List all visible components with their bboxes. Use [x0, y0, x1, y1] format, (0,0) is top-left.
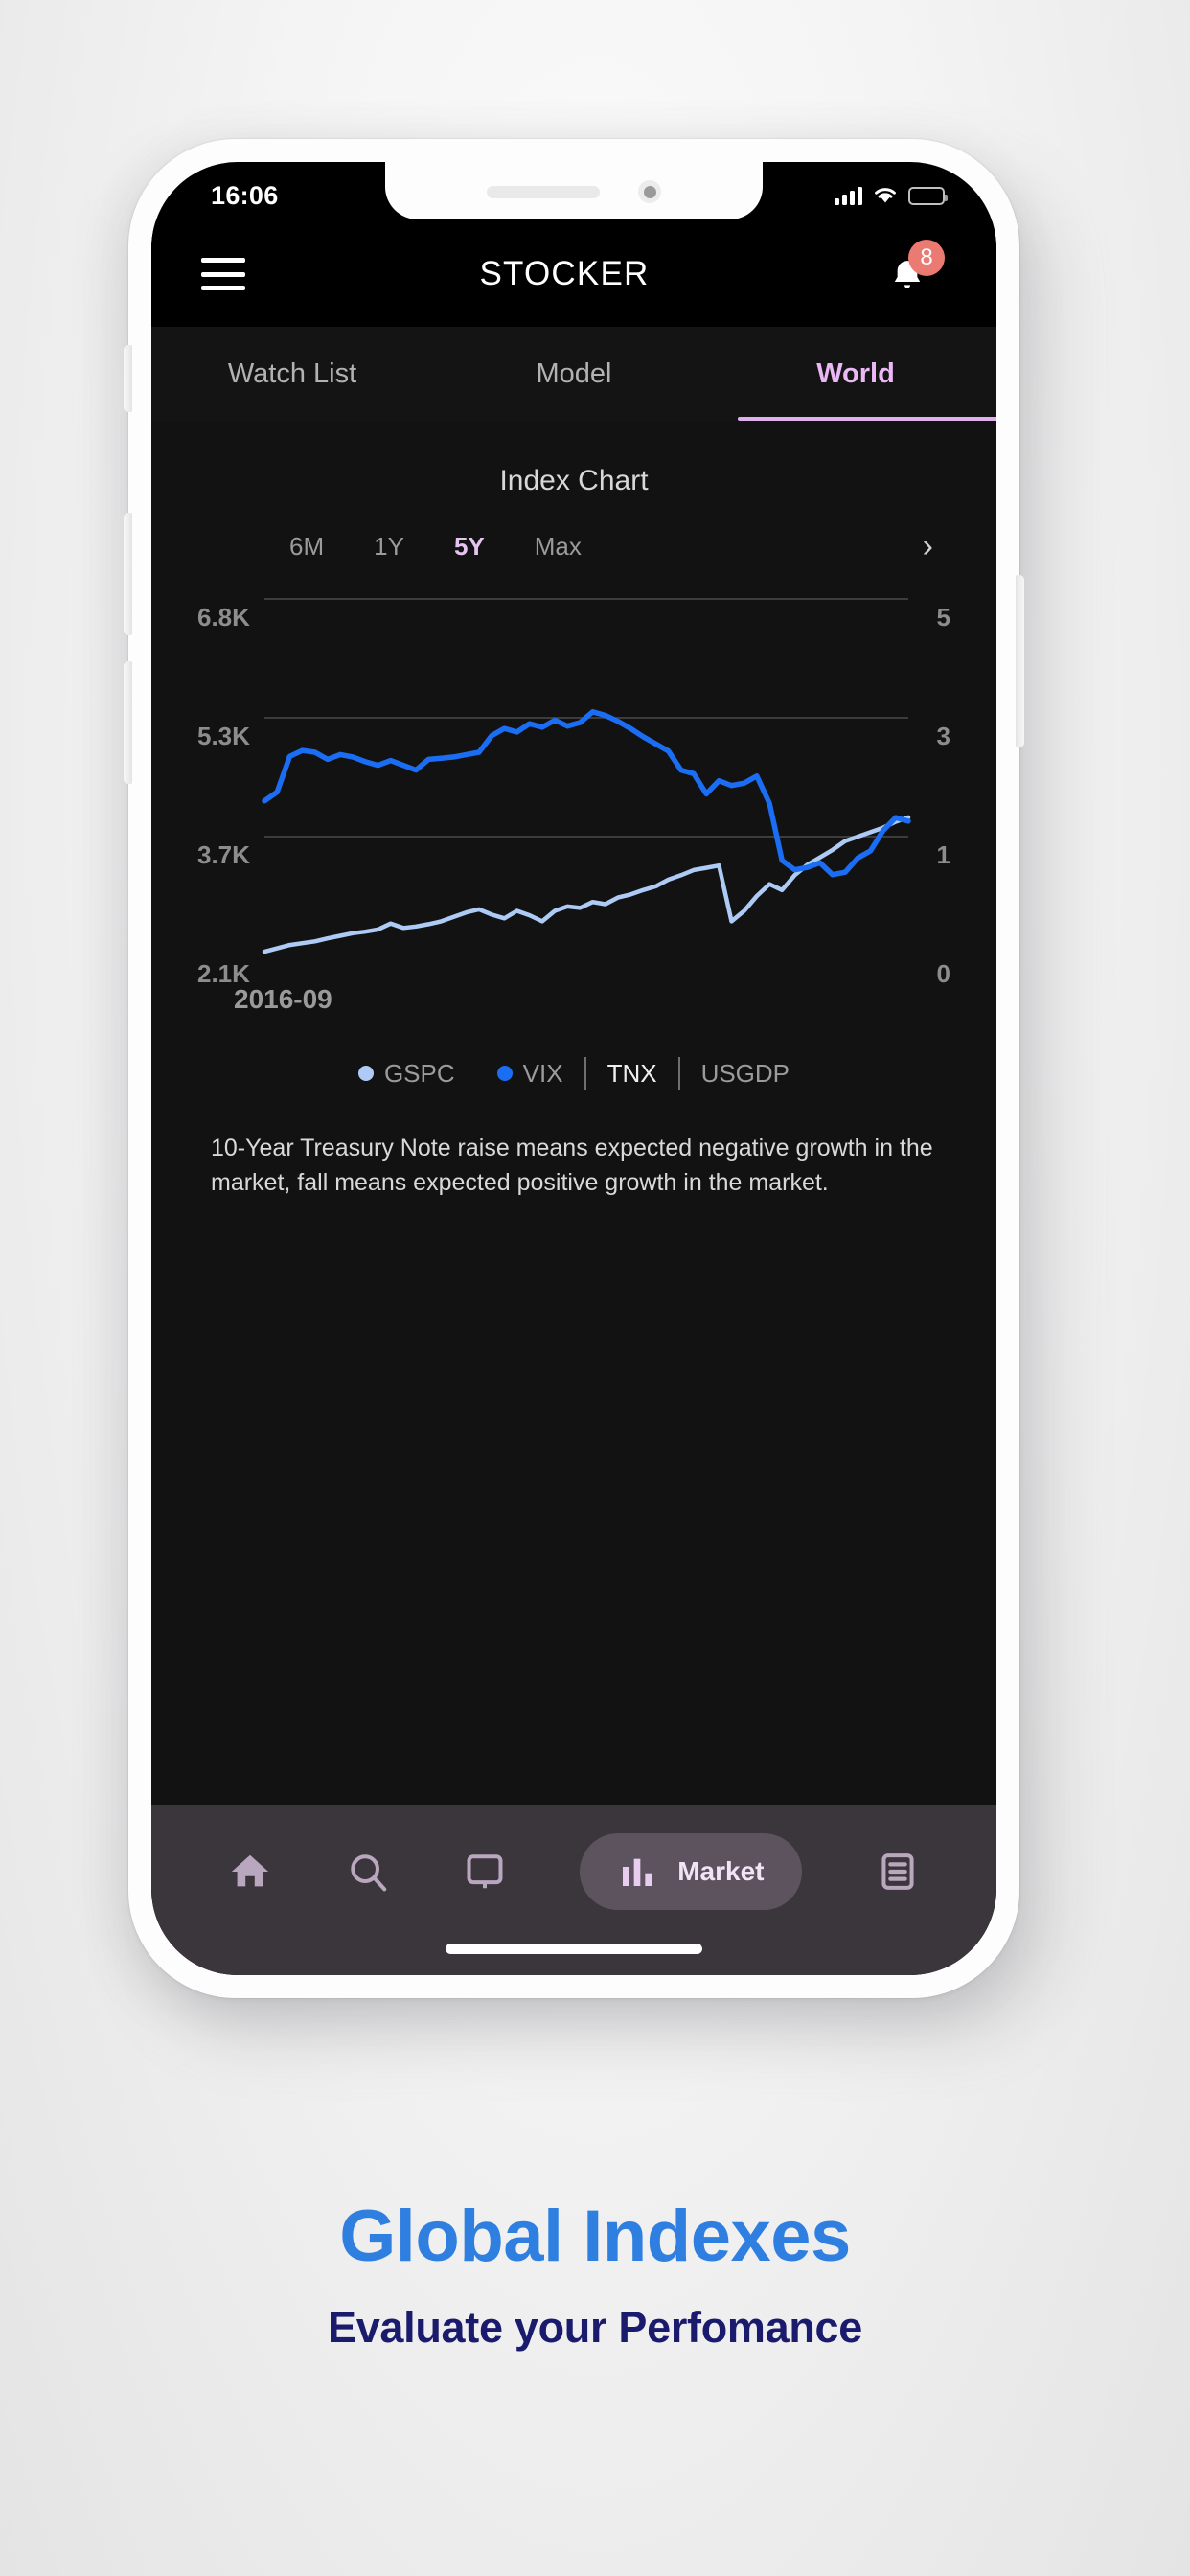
legend-label-vix: VIX [522, 1058, 563, 1088]
list-icon [881, 1853, 914, 1890]
search-icon [350, 1854, 386, 1892]
home-indicator[interactable] [446, 1944, 702, 1954]
device-notch [385, 162, 763, 219]
y-axis-right-tick-3: 0 [936, 959, 950, 988]
y-axis-right-tick-0: 5 [936, 603, 950, 632]
notifications-button[interactable]: 8 [883, 240, 945, 301]
hamburger-menu-icon[interactable] [201, 258, 245, 290]
legend-dot-vix [496, 1066, 513, 1081]
status-time: 16:06 [211, 180, 279, 210]
notification-badge: 8 [908, 240, 945, 276]
chevron-right-icon[interactable]: › [917, 530, 939, 563]
marketing-subtitle: Evaluate your Perfomance [327, 2303, 863, 2352]
chart-canvas [262, 598, 911, 954]
app-header: STOCKER 8 [151, 221, 996, 327]
range-6m[interactable]: 6M [289, 532, 324, 562]
front-camera-icon [638, 180, 661, 203]
marketing-block: Global Indexes Evaluate your Perfomance [0, 2195, 1190, 2353]
tab-world[interactable]: World [715, 327, 996, 421]
chart-description: 10-Year Treasury Note raise means expect… [211, 1135, 933, 1196]
legend-item-usgdp[interactable]: USGDP [680, 1059, 811, 1089]
nav-monitor[interactable] [463, 1850, 507, 1894]
tab-model[interactable]: Model [433, 327, 715, 421]
nav-market[interactable]: Market [580, 1833, 803, 1910]
app-content: Index Chart 6M 1Y 5Y Max › 6.8K 5.3K 3.7… [151, 421, 996, 1975]
legend-item-tnx[interactable]: TNX [586, 1059, 678, 1089]
home-icon [232, 1854, 269, 1887]
wifi-icon [875, 188, 896, 203]
legend-label-gspc: GSPC [383, 1058, 455, 1088]
legend-item-vix[interactable]: VIX [476, 1059, 584, 1089]
nav-market-label: Market [677, 1856, 765, 1886]
volume-down-button[interactable] [124, 661, 132, 784]
index-chart[interactable]: 6.8K 5.3K 3.7K 2.1K 5 3 1 0 2016-09 [151, 586, 996, 1014]
y-axis-left-tick-1: 5.3K [197, 722, 250, 750]
page-title: STOCKER [479, 255, 650, 292]
phone-frame: 16:06 STOCKER 8 Watch List Model World I… [124, 139, 1024, 1998]
chart-title: Index Chart [499, 465, 649, 496]
tab-watch-list[interactable]: Watch List [151, 327, 433, 421]
status-icons [835, 186, 948, 205]
x-axis-tick-label: 2016-09 [234, 984, 332, 1014]
phone-screen: 16:06 STOCKER 8 Watch List Model World I… [151, 162, 996, 1975]
range-5y[interactable]: 5Y [454, 532, 485, 562]
series-line-tnx [262, 709, 911, 878]
nav-search[interactable] [346, 1850, 390, 1894]
range-buttons: 6M 1Y 5Y Max [289, 532, 582, 562]
legend-dot-gspc [357, 1066, 374, 1081]
marketing-title: Global Indexes [339, 2196, 851, 2277]
battery-icon [908, 186, 948, 205]
range-1y[interactable]: 1Y [374, 532, 404, 562]
tab-bar: Watch List Model World [151, 327, 996, 421]
volume-up-button[interactable] [124, 513, 132, 635]
series-line-gspc [262, 815, 911, 954]
nav-list[interactable] [876, 1850, 920, 1894]
silent-switch-button[interactable] [124, 345, 132, 412]
range-selector-row: 6M 1Y 5Y Max › [151, 497, 996, 563]
legend-item-gspc[interactable]: GSPC [337, 1059, 476, 1089]
y-axis-left-tick-0: 6.8K [197, 603, 250, 632]
y-axis-right-tick-1: 3 [936, 722, 950, 750]
chart-legend: GSPC VIX TNX USGDP [151, 1057, 996, 1090]
range-max[interactable]: Max [535, 532, 582, 562]
bar-chart-icon [623, 1858, 652, 1886]
earpiece-speaker [487, 185, 600, 198]
y-axis-right-tick-2: 1 [936, 840, 950, 869]
monitor-icon [467, 1854, 503, 1889]
cellular-signal-icon [835, 186, 862, 205]
nav-home[interactable] [228, 1850, 272, 1894]
power-button[interactable] [1016, 575, 1024, 748]
y-axis-left-tick-2: 3.7K [197, 840, 250, 869]
